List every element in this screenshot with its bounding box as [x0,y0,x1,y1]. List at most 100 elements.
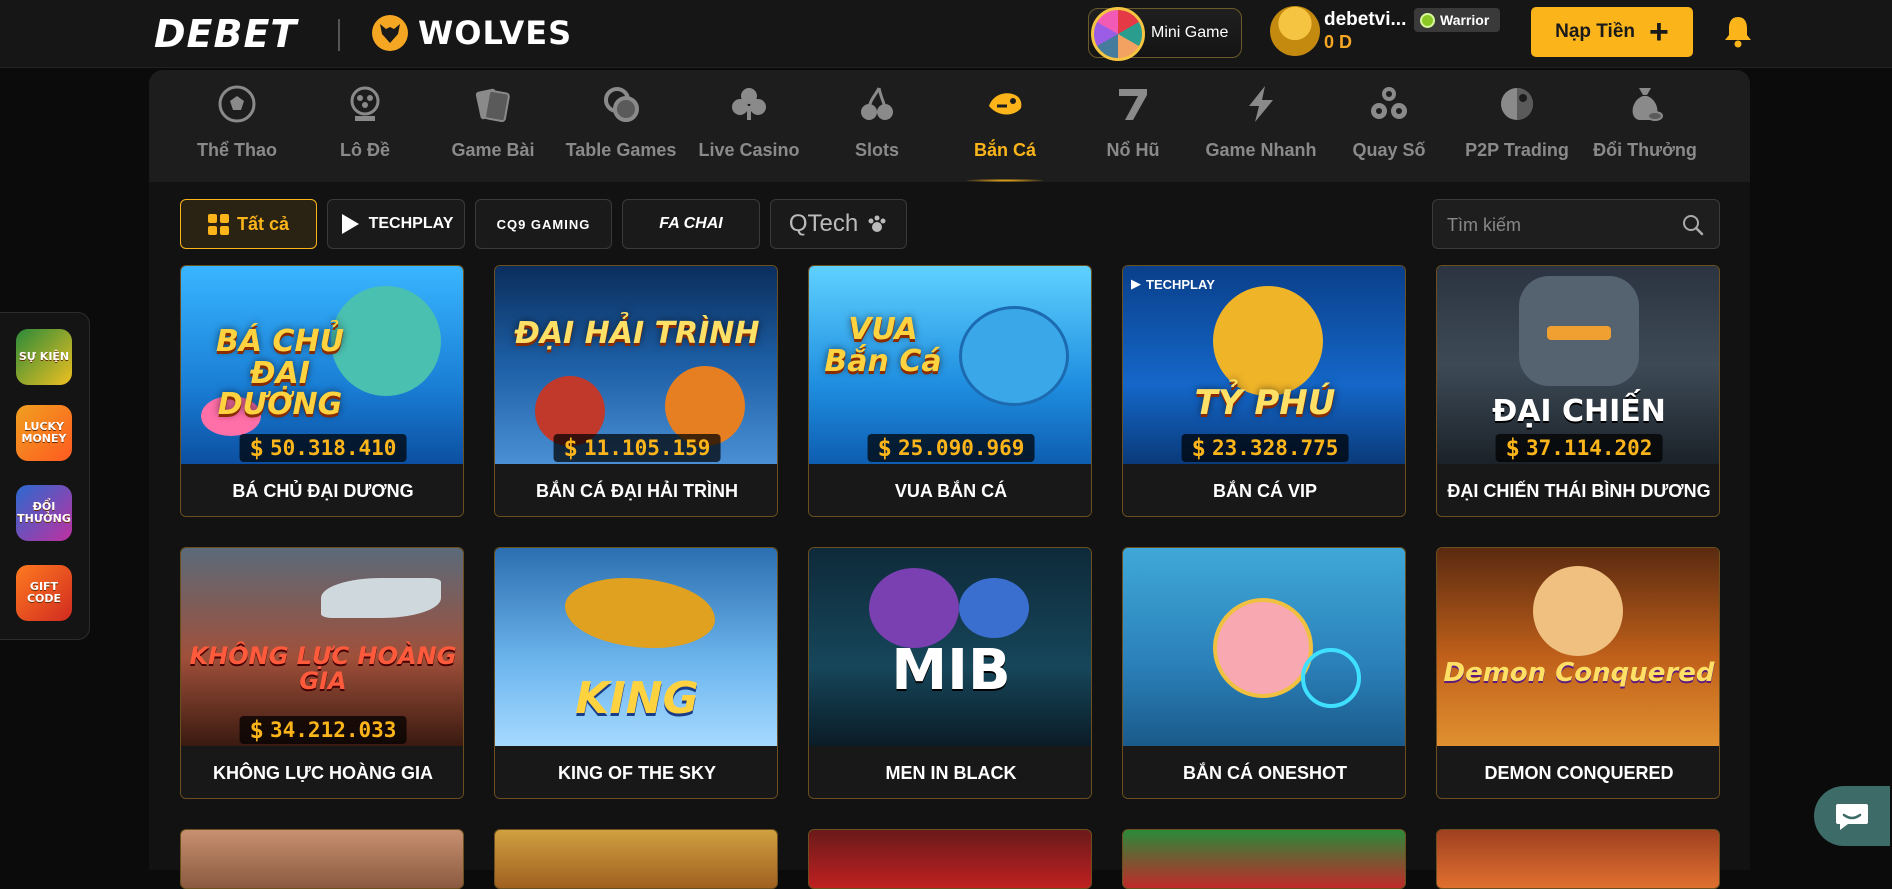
nav-item-no-hu[interactable]: Nổ Hũ [1069,70,1197,182]
nav-label: Game Nhanh [1205,140,1317,160]
chips-icon [604,87,639,122]
game-art-title: ĐẠI CHIẾN [1492,394,1666,429]
nav-item-game-nhanh[interactable]: Game Nhanh [1197,70,1325,182]
nav-label: Đổi Thưởng [1593,140,1697,160]
fish-icon [989,93,1022,115]
game-card[interactable]: ▶ TECHPLAY TỶ PHÚ $23.328.775 BẮN CÁ VIP [1122,265,1406,517]
nav-label: Lô Đề [339,140,390,160]
plus-icon: + [1649,13,1669,51]
nav-item-lo-de[interactable]: Lô Đề [301,70,429,182]
game-card[interactable] [180,829,464,889]
nav-label: Slots [854,140,899,160]
game-thumbnail[interactable] [1123,548,1405,746]
nav-item-slots[interactable]: Slots [813,70,941,182]
jackpot-badge: $37.114.202 [1495,434,1663,462]
minigame-button[interactable]: Mini Game [1088,7,1242,61]
game-name: ĐẠI CHIẾN THÁI BÌNH DƯƠNG [1437,464,1719,516]
game-thumbnail[interactable]: KHÔNG LỰC HOÀNG GIA $34.212.033 [181,548,463,746]
game-card[interactable] [808,829,1092,889]
nav-item-live-casino[interactable]: Live Casino [685,70,813,182]
nav-item-quay-so[interactable]: Quay Số [1325,70,1453,182]
nav-item-game-bai[interactable]: Game Bài [429,70,557,182]
nav-item-p2p-trading[interactable]: P2P Trading [1453,70,1581,182]
game-card[interactable]: KING KING OF THE SKY [494,547,778,799]
game-card[interactable]: Demon Conquered DEMON CONQUERED [1436,547,1720,799]
filter-cq9[interactable]: CQ9 GAMING [475,199,612,249]
deposit-button[interactable]: Nạp Tiền + [1531,7,1693,57]
cards-icon [475,88,510,123]
debet-logo[interactable]: DEBET [154,12,297,56]
promo-gift-code[interactable]: GIFT CODE [16,565,72,621]
game-name: BẮN CÁ ĐẠI HẢI TRÌNH [495,464,777,516]
game-thumbnail[interactable]: Demon Conquered [1437,548,1719,746]
nav-item-table-games[interactable]: Table Games [557,70,685,182]
search-icon[interactable] [1681,213,1705,237]
game-thumbnail[interactable]: ĐẠI HẢI TRÌNH $11.105.159 [495,266,777,464]
promo-doi-thuong[interactable]: ĐỔI THƯỞNG [16,485,72,541]
game-thumbnail[interactable]: VUA Bắn Cá $25.090.969 [809,266,1091,464]
techplay-brand-tag: ▶ TECHPLAY [1131,276,1215,292]
game-art-title: MIB [891,638,1011,703]
game-card[interactable] [1436,829,1720,889]
balls-icon [1371,87,1407,119]
game-name: BẮN CÁ ONESHOT [1123,746,1405,798]
nav-item-ban-ca[interactable]: Bắn Cá [941,70,1069,182]
wolves-partner-logo[interactable]: WOLVES [372,14,572,52]
game-name: DEMON CONQUERED [1437,746,1719,798]
jackpot-badge: $11.105.159 [553,434,721,462]
promo-su-kien[interactable]: SỰ KIỆN [16,329,72,385]
game-thumbnail[interactable]: ĐẠI CHIẾN $37.114.202 [1437,266,1719,464]
nav-item-the-thao[interactable]: Thể Thao [173,70,301,182]
filter-techplay[interactable]: TECHPLAY [327,199,465,249]
game-thumbnail[interactable]: ▶ TECHPLAY TỶ PHÚ $23.328.775 [1123,266,1405,464]
seven-icon [1119,89,1147,120]
promo-lucky-money[interactable]: LUCKY MONEY [16,405,72,461]
nav-label: Live Casino [698,140,800,160]
moneybag-icon [1632,88,1663,121]
game-card[interactable]: ĐẠI HẢI TRÌNH $11.105.159 BẮN CÁ ĐẠI HẢI… [494,265,778,517]
game-card[interactable]: BẮN CÁ ONESHOT [1122,547,1406,799]
nav-label: P2P Trading [1465,140,1569,160]
rank-label: Warrior [1440,12,1490,28]
filter-qtech[interactable]: QTech [770,199,907,249]
game-thumbnail[interactable]: BÁ CHỦ ĐẠI DƯƠNG $50.318.410 [181,266,463,464]
game-art-title: TỶ PHÚ [1194,383,1336,423]
filter-fachai[interactable]: FA CHAI [622,199,760,249]
search-box[interactable] [1432,199,1720,249]
p2p-icon [1501,88,1533,120]
game-card[interactable]: VUA Bắn Cá $25.090.969 VUA BẮN CÁ [808,265,1092,517]
grid-icon [207,213,229,235]
game-name: KHÔNG LỰC HOÀNG GIA [181,746,463,798]
side-promo-bar: SỰ KIỆN LUCKY MONEY ĐỔI THƯỞNG GIFT CODE [0,312,90,640]
game-card[interactable] [494,829,778,889]
search-input[interactable] [1447,212,1667,238]
chat-button[interactable] [1814,786,1890,846]
techplay-logo-icon [341,214,359,234]
category-nav: Thể Thao Lô Đề Game Bài Table Games Live… [149,70,1750,182]
cherry-icon [861,87,893,120]
lightning-icon [1249,86,1273,122]
filter-all[interactable]: Tất cả [180,199,317,249]
game-thumbnail[interactable]: KING [495,548,777,746]
jackpot-badge: $23.328.775 [1181,434,1349,462]
game-thumbnail[interactable]: MIB [809,548,1091,746]
bell-icon[interactable] [1722,14,1754,48]
filter-all-label: Tất cả [236,213,290,234]
game-name: VUA BẮN CÁ [809,464,1091,516]
logo-divider [338,19,340,51]
game-card[interactable] [1122,829,1406,889]
username: debetvi... [1324,9,1407,30]
game-card[interactable]: KHÔNG LỰC HOÀNG GIA $34.212.033 KHÔNG LỰ… [180,547,464,799]
nav-label: Game Bài [451,140,535,160]
nav-item-doi-thuong[interactable]: Đổi Thưởng [1581,70,1709,182]
soccer-ball-icon [218,85,256,123]
game-card[interactable]: ĐẠI CHIẾN $37.114.202 ĐẠI CHIẾN THÁI BÌN… [1436,265,1720,517]
avatar[interactable] [1270,6,1320,56]
wolves-label: WOLVES [418,14,573,52]
nav-label: Table Games [565,140,677,160]
game-name: BẮN CÁ VIP [1123,464,1405,516]
game-card[interactable]: BÁ CHỦ ĐẠI DƯƠNG $50.318.410 BÁ CHỦ ĐẠI … [180,265,464,517]
jackpot-badge: $25.090.969 [867,434,1035,462]
balance: 0 D [1324,32,1353,52]
game-card[interactable]: MIB MEN IN BLACK [808,547,1092,799]
